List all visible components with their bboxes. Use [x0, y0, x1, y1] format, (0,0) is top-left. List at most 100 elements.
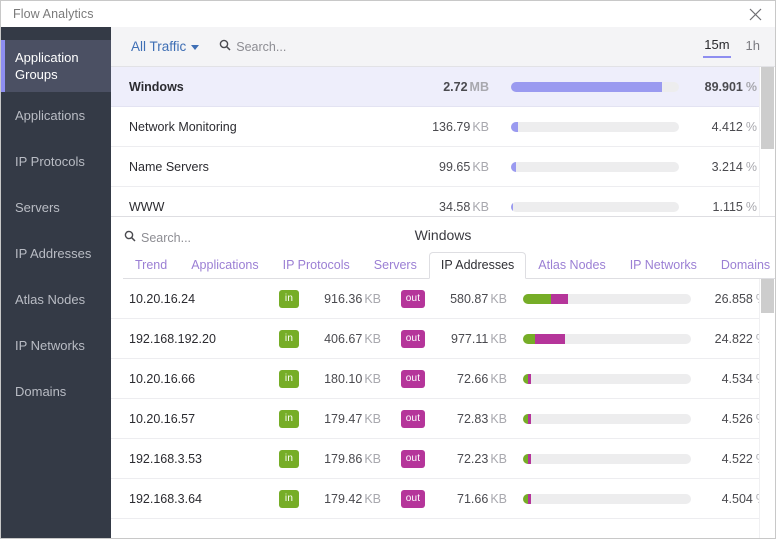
percent-value: 24.822%: [701, 332, 767, 346]
percent-value: 26.858%: [701, 292, 767, 306]
tab-domains[interactable]: Domains: [709, 252, 776, 278]
inbound-value-unit: KB: [364, 291, 381, 306]
sidebar-item-label: IP Addresses: [15, 245, 92, 261]
sidebar-item-servers[interactable]: Servers: [1, 184, 111, 230]
time-range-group: 15m 1h: [689, 35, 761, 58]
ip-address: 10.20.16.66: [129, 371, 196, 386]
percent-value: 4.526%: [701, 412, 767, 426]
percent-value: 4.504%: [701, 492, 767, 506]
sidebar-item-applications[interactable]: Applications: [1, 92, 111, 138]
detail-table-scrollbar[interactable]: [759, 279, 775, 538]
table-row[interactable]: 192.168.3.53in179.86KBout72.23KB4.522%: [111, 439, 775, 479]
sidebar-item-domains[interactable]: Domains: [1, 368, 111, 414]
inbound-value: 180.10 KB: [299, 372, 385, 386]
inbound-value-number: 180.10: [324, 371, 363, 386]
percent-unit: %: [745, 119, 757, 134]
table-row[interactable]: WWW 34.58 KB 1.115%: [111, 187, 775, 216]
inbound-value-unit: KB: [364, 371, 381, 386]
bar-fill: [511, 161, 517, 172]
traffic-bar: [511, 201, 679, 212]
inbound-badge: in: [279, 489, 299, 508]
traffic-bar: [523, 333, 691, 344]
inbound-badge: in: [279, 329, 299, 348]
outbound-value-unit: KB: [490, 291, 507, 306]
percent-number: 1.115: [712, 199, 743, 214]
detail-table-scroll-thumb[interactable]: [761, 279, 774, 313]
traffic-value-number: 34.58: [439, 199, 471, 214]
traffic-value-unit: MB: [469, 79, 489, 94]
tab-trend[interactable]: Trend: [123, 252, 179, 278]
tab-servers[interactable]: Servers: [362, 252, 429, 278]
traffic-filter-dropdown[interactable]: All Traffic: [131, 39, 200, 54]
detail-tabs: Trend Applications IP Protocols Servers IP A…: [123, 252, 775, 279]
top-table-scroll-thumb[interactable]: [761, 67, 774, 149]
search-input[interactable]: Search...: [219, 38, 286, 56]
sidebar-item-atlas-nodes[interactable]: Atlas Nodes: [1, 276, 111, 322]
sidebar-item-ip-networks[interactable]: IP Networks: [1, 322, 111, 368]
outbound-value: 72.23 KB: [425, 452, 511, 466]
close-button[interactable]: [735, 1, 775, 27]
application-group-name: Windows: [129, 79, 184, 94]
application-group-name: WWW: [129, 199, 165, 214]
time-range-15m[interactable]: 15m: [703, 35, 731, 58]
table-row[interactable]: 10.20.16.66in180.10KBout72.66KB4.534%: [111, 359, 775, 399]
time-range-1h[interactable]: 1h: [745, 36, 761, 57]
inbound-value-unit: KB: [364, 451, 381, 466]
sidebar-item-label: Atlas Nodes: [15, 291, 86, 307]
sidebar-item-ip-protocols[interactable]: IP Protocols: [1, 138, 111, 184]
table-row[interactable]: 10.20.16.24 in916.36KB out580.87KB 26.858%: [111, 279, 775, 319]
tab-applications[interactable]: Applications: [179, 252, 270, 278]
table-row[interactable]: 192.168.3.64in179.42KBout71.66KB4.504%: [111, 479, 775, 519]
outbound-value-number: 72.83: [457, 411, 489, 426]
table-row[interactable]: Name Servers 99.65 KB 3.214%: [111, 147, 775, 187]
sidebar-item-label: Applications: [15, 107, 86, 123]
outbound-badge: out: [401, 289, 425, 308]
tab-atlas-nodes[interactable]: Atlas Nodes: [526, 252, 617, 278]
bar-track: [523, 453, 691, 464]
traffic-value-number: 2.72: [443, 79, 468, 94]
outbound-value: 580.87 KB: [425, 292, 511, 306]
title-bar: Flow Analytics: [1, 1, 775, 27]
sidebar-item-application-groups[interactable]: Application Groups: [1, 40, 111, 92]
outbound-value-unit: KB: [490, 491, 507, 506]
inbound-badge: in: [279, 289, 299, 308]
tab-ip-networks[interactable]: IP Networks: [618, 252, 709, 278]
sidebar-item-ip-addresses[interactable]: IP Addresses: [1, 230, 111, 276]
traffic-bar: [511, 81, 679, 92]
inbound-value: 179.47 KB: [299, 412, 385, 426]
table-row[interactable]: 192.168.192.20 in 406.67 KB out 977.11 KB 24.82…: [111, 319, 775, 359]
inbound-value: 179.42 KB: [299, 492, 385, 506]
inbound-value-unit: KB: [364, 411, 381, 426]
bar-fill-outbound: [528, 373, 531, 384]
percent-number: 4.534: [721, 371, 753, 386]
percent-unit: %: [745, 199, 757, 214]
outbound-value-unit: KB: [490, 451, 507, 466]
application-groups-table: Windows 2.72 MB 89.901% Network Monitoring 13…: [111, 67, 775, 217]
sidebar-item-label: Servers: [15, 199, 60, 215]
traffic-value-unit: KB: [472, 159, 489, 174]
outbound-value-unit: KB: [490, 411, 507, 426]
table-row[interactable]: Windows 2.72 MB 89.901%: [111, 67, 775, 107]
outbound-value: 72.83 KB: [425, 412, 511, 426]
outbound-value-unit: KB: [490, 331, 507, 346]
table-row[interactable]: Network Monitoring 136.79 KB 4.412%: [111, 107, 775, 147]
table-row[interactable]: 10.20.16.57in179.47KBout72.83KB4.526%: [111, 399, 775, 439]
ip-address: 10.20.16.57: [129, 411, 196, 426]
traffic-bar: [511, 121, 679, 132]
sidebar-item-label: IP Protocols: [15, 153, 85, 169]
inbound-badge: in: [279, 409, 299, 428]
tab-ip-addresses[interactable]: IP Addresses: [428, 252, 527, 279]
flow-analytics-window: Flow Analytics Application Groups Applica…: [0, 0, 776, 539]
sidebar-item-label: Domains: [15, 383, 67, 399]
inbound-value: 916.36 KB: [299, 292, 385, 306]
traffic-value: 2.72 MB: [443, 80, 489, 94]
outbound-value-number: 72.66: [457, 371, 489, 386]
top-table-scrollbar[interactable]: [759, 67, 775, 216]
bar-fill: [511, 201, 513, 212]
tab-ip-protocols[interactable]: IP Protocols: [271, 252, 362, 278]
ip-address: 10.20.16.24: [129, 291, 196, 306]
percent-number: 4.526: [721, 411, 753, 426]
sidebar: Application Groups Applications IP Protoco…: [1, 27, 111, 538]
outbound-value-number: 71.66: [457, 491, 489, 506]
bar-fill: [511, 81, 663, 92]
